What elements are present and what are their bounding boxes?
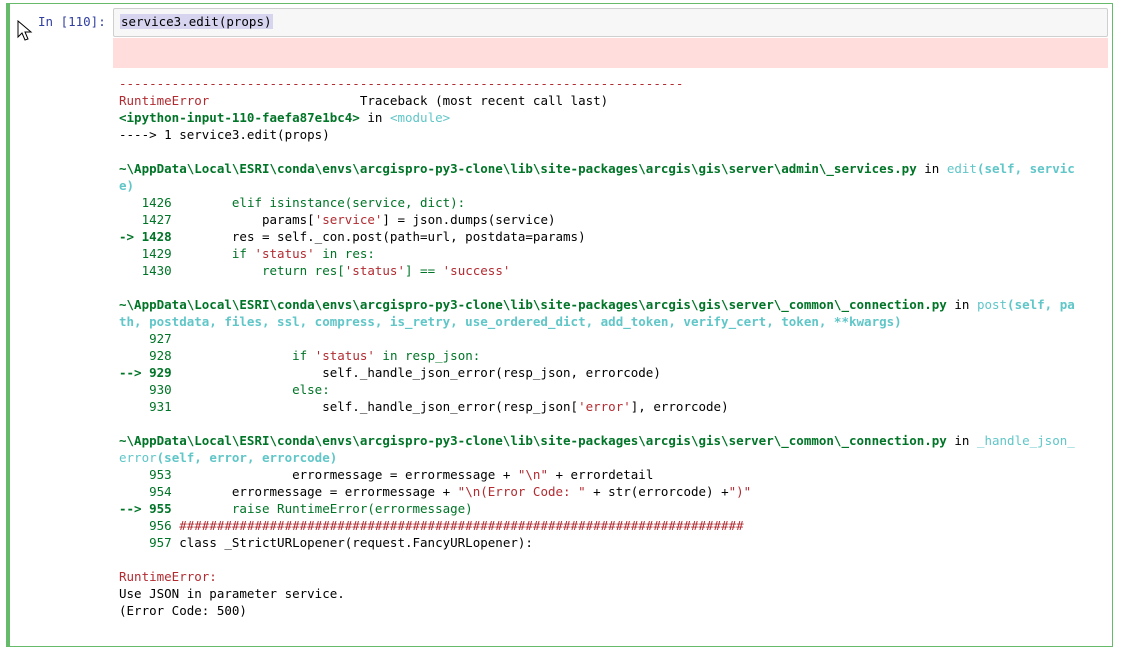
string-literal: 'success' bbox=[442, 263, 511, 278]
input-reference: <ipython-input-110-faefa87e1bc4> bbox=[119, 110, 360, 125]
stderr-band bbox=[113, 38, 1108, 68]
code-line: 1429 if 'status' in res: bbox=[119, 245, 1104, 262]
code-text: + errordetail bbox=[547, 467, 654, 482]
code-text: return res[ bbox=[171, 263, 345, 278]
line-number: 931 bbox=[119, 399, 172, 414]
frame-args-cont: error(self, error, errorcode) bbox=[119, 449, 1104, 466]
traceback-header: RuntimeError Traceback (most recent call… bbox=[119, 92, 1104, 109]
code-text: errormessage = errormessage + bbox=[171, 484, 458, 499]
final-error-code: (Error Code: 500) bbox=[119, 603, 247, 618]
code-line: 1426 elif isinstance(service, dict): bbox=[119, 194, 1104, 211]
line-number: 957 bbox=[119, 535, 172, 550]
string-literal: 'status' bbox=[254, 246, 315, 261]
frame-args: (self, error, errorcode) bbox=[156, 450, 338, 465]
line-number: 1426 bbox=[119, 195, 172, 210]
line-number: 927 bbox=[119, 331, 172, 346]
code-text: ], errorcode) bbox=[630, 399, 729, 414]
string-literal: "\n(Error Code: " bbox=[457, 484, 586, 499]
code-line: 1430 return res['status'] == 'success' bbox=[119, 262, 1104, 279]
line-number: 928 bbox=[119, 348, 172, 363]
string-literal: 'error' bbox=[578, 399, 631, 414]
frame-args: (self, pa bbox=[1007, 297, 1075, 312]
code-line: 956 ####################################… bbox=[119, 517, 1104, 534]
code-text: self._handle_json_error(resp_json[ bbox=[171, 399, 579, 414]
traceback-separator: ----------------------------------------… bbox=[119, 76, 684, 91]
module-name: <module> bbox=[389, 110, 451, 125]
string-literal: "\n" bbox=[517, 467, 548, 482]
code-text: if bbox=[171, 246, 255, 261]
in-word: in bbox=[359, 110, 390, 125]
code-text: in res: bbox=[314, 246, 375, 261]
frame-function: edit bbox=[946, 161, 977, 176]
frame-path: ~\AppData\Local\ESRI\conda\envs\arcgispr… bbox=[119, 297, 947, 312]
input-code[interactable]: service3.edit(props) bbox=[120, 14, 273, 29]
code-text: in resp_json: bbox=[374, 348, 481, 363]
input-reference-line: <ipython-input-110-faefa87e1bc4> in <mod… bbox=[119, 109, 1104, 126]
current-code-line: --> 929 self._handle_json_error(resp_jso… bbox=[119, 364, 1104, 381]
traceback-arrow-line: ----> 1 service3.edit(props) bbox=[119, 127, 330, 142]
line-number: -> 1428 bbox=[119, 229, 172, 244]
frame-args-cont: th, postdata, files, ssl, compress, is_r… bbox=[119, 314, 902, 329]
line-number: 954 bbox=[119, 484, 172, 499]
string-literal: 'status' bbox=[344, 263, 405, 278]
code-text: ] == bbox=[405, 263, 443, 278]
frame-function: _handle_json_ bbox=[976, 433, 1075, 448]
code-line: 927 bbox=[119, 330, 1104, 347]
code-text: elif isinstance(service, dict): bbox=[171, 195, 466, 210]
frame-function-cont: error bbox=[119, 450, 157, 465]
frame-path-line: ~\AppData\Local\ESRI\conda\envs\arcgispr… bbox=[119, 297, 1075, 312]
code-line: 957 class _StrictURLopener(request.Fancy… bbox=[119, 534, 1104, 551]
line-number: 1427 bbox=[119, 212, 172, 227]
code-line: 1427 params['service'] = json.dumps(serv… bbox=[119, 211, 1104, 228]
frame-args-cont: e) bbox=[119, 178, 135, 193]
line-number: 953 bbox=[119, 467, 172, 482]
code-line: 954 errormessage = errormessage + "\n(Er… bbox=[119, 483, 1104, 500]
final-error-name: RuntimeError: bbox=[119, 569, 217, 584]
code-text: errormessage = errormessage + bbox=[171, 467, 518, 482]
mouse-pointer-icon bbox=[17, 20, 33, 41]
code-line: 930 else: bbox=[119, 381, 1104, 398]
final-error-message: Use JSON in parameter service. bbox=[119, 586, 345, 601]
code-text: params[ bbox=[171, 212, 315, 227]
string-literal: 'service' bbox=[314, 212, 383, 227]
line-number: --> 929 bbox=[119, 365, 172, 380]
line-number: 1429 bbox=[119, 246, 172, 261]
traceback-output: ----------------------------------------… bbox=[119, 75, 1104, 619]
error-name: RuntimeError bbox=[119, 93, 210, 108]
code-line: 931 self._handle_json_error(resp_json['e… bbox=[119, 398, 1104, 415]
line-number: --> 955 bbox=[119, 501, 172, 516]
code-line: 953 errormessage = errormessage + "\n" +… bbox=[119, 466, 1104, 483]
comment-text: ########################################… bbox=[171, 518, 744, 533]
frame-path: ~\AppData\Local\ESRI\conda\envs\arcgispr… bbox=[119, 433, 947, 448]
current-code-line: -> 1428 res = self._con.post(path=url, p… bbox=[119, 228, 1104, 245]
frame-args: (self, servic bbox=[976, 161, 1075, 176]
input-prompt: In [110]: bbox=[38, 14, 106, 29]
frame-function: post bbox=[976, 297, 1008, 312]
string-literal: ")" bbox=[728, 484, 752, 499]
code-text: + str(errorcode) + bbox=[585, 484, 729, 499]
line-number: 930 bbox=[119, 382, 172, 397]
code-text: raise RuntimeError(errormessage) bbox=[171, 501, 473, 516]
code-text: else: bbox=[171, 382, 330, 397]
line-number: 1430 bbox=[119, 263, 172, 278]
code-input-area[interactable]: service3.edit(props) bbox=[113, 8, 1108, 37]
frame-path-line: ~\AppData\Local\ESRI\conda\envs\arcgispr… bbox=[119, 433, 1075, 448]
string-literal: 'status' bbox=[314, 348, 375, 363]
code-text: if bbox=[171, 348, 315, 363]
frame-path: ~\AppData\Local\ESRI\conda\envs\arcgispr… bbox=[119, 161, 917, 176]
code-text: res = self._con.post(path=url, postdata=… bbox=[171, 229, 586, 244]
traceback-header-right: Traceback (most recent call last) bbox=[359, 93, 609, 108]
current-code-line: --> 955 raise RuntimeError(errormessage) bbox=[119, 500, 1104, 517]
code-line: 928 if 'status' in resp_json: bbox=[119, 347, 1104, 364]
code-text: ] = json.dumps(service) bbox=[382, 212, 556, 227]
code-text: self._handle_json_error(resp_json, error… bbox=[171, 365, 661, 380]
frame-path-line: ~\AppData\Local\ESRI\conda\envs\arcgispr… bbox=[119, 161, 1075, 176]
line-number: 956 bbox=[119, 518, 172, 533]
code-text: class _StrictURLopener(request.FancyURLo… bbox=[171, 535, 533, 550]
